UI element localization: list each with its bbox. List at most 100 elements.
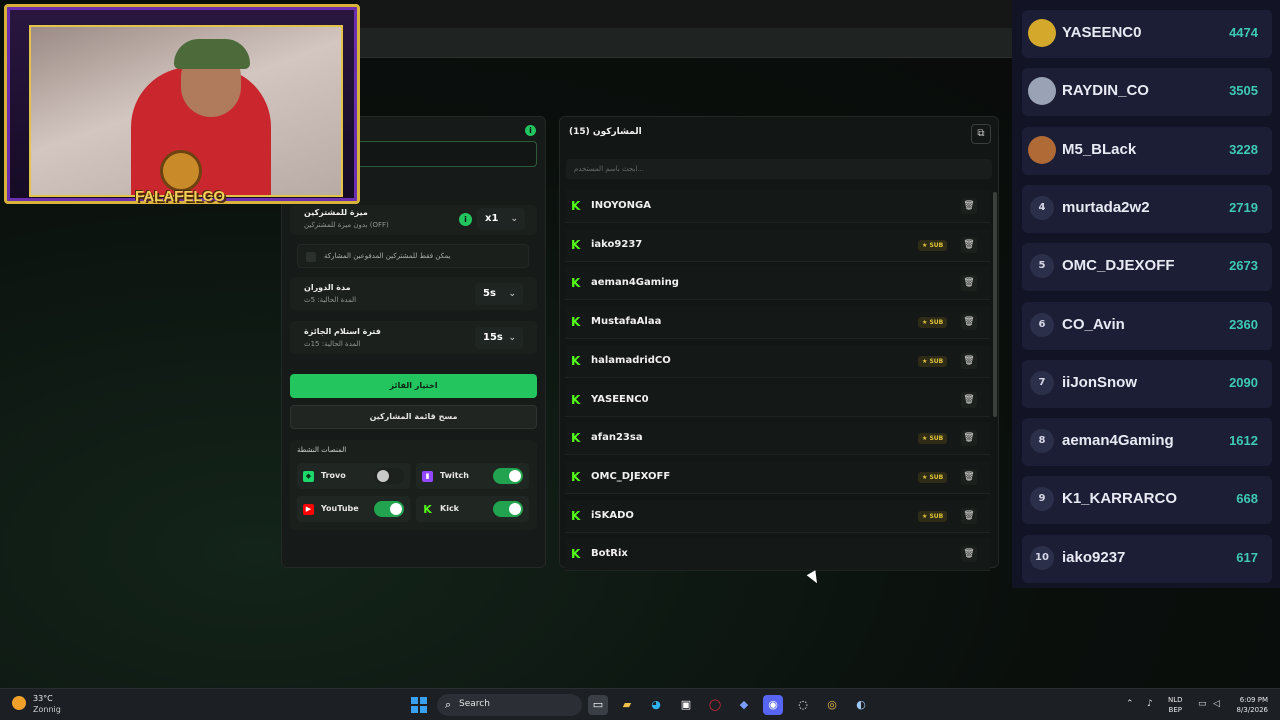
platform-kick: K Kick: [416, 496, 529, 522]
logo-text: FALAFELCO: [135, 188, 225, 205]
claim-dropdown[interactable]: 15s ⌄: [475, 327, 523, 349]
participants-scrollbar[interactable]: [993, 192, 997, 417]
spin-dropdown[interactable]: 5s ⌄: [475, 283, 523, 305]
falafelco-logo: FALAFELCO: [130, 150, 230, 220]
microphone-icon[interactable]: ♪: [1147, 699, 1153, 709]
leaderboard-row: RAYDIN_CO 3505: [1022, 68, 1272, 117]
taskbar-search[interactable]: ⌕ Search: [437, 694, 582, 716]
leaderboard-row: 7 iiJonSnow 2090: [1022, 359, 1272, 408]
sub-badge: ★ SUB: [918, 317, 948, 329]
twitch-toggle[interactable]: [493, 468, 523, 484]
trash-icon[interactable]: 🗑: [961, 546, 977, 563]
leaderboard-points: 2673: [1229, 258, 1258, 274]
subs-only-row[interactable]: يمكن فقط للمشتركين المدفوعين المشاركة: [297, 244, 529, 268]
medal-icon: [1028, 135, 1056, 164]
leaderboard-points: 617: [1236, 549, 1258, 565]
trash-icon[interactable]: 🗑: [961, 314, 977, 331]
platform-name: Trovo: [321, 471, 346, 480]
leaderboard-points: 4474: [1229, 25, 1258, 40]
steam-icon[interactable]: ◐: [851, 695, 871, 715]
leaderboard-row: YASEENC0 4474: [1022, 10, 1272, 58]
participant-search-input[interactable]: ابحث باسم المستخدم...: [566, 159, 992, 179]
bonus-sub: بدون ميزة للمشتركين (OFF): [304, 221, 389, 229]
claim-title: فترة استلام الجائزة: [304, 327, 381, 336]
kick-icon: K: [423, 503, 432, 516]
platform-trovo: ◆ Trovo: [297, 463, 410, 489]
sub-badge: ★ SUB: [918, 355, 948, 367]
subs-only-label: يمكن فقط للمشتركين المدفوعين المشاركة: [324, 252, 451, 260]
participant-row: K INOYONGA 🗑: [565, 190, 990, 223]
sun-icon[interactable]: [12, 696, 26, 710]
leaderboard-name: murtada2w2: [1062, 198, 1150, 216]
browser-toolbar: [360, 28, 1012, 58]
sub-badge: ★ SUB: [918, 433, 948, 445]
trash-icon[interactable]: 🗑: [961, 468, 977, 485]
bonus-dropdown[interactable]: x1 ⌄: [477, 208, 525, 230]
weather-temp[interactable]: 33°C: [33, 694, 53, 703]
chevron-down-icon: ⌄: [508, 289, 516, 299]
leaderboard-row: M5_BLack 3228: [1022, 126, 1272, 175]
trovo-icon: ◆: [303, 471, 314, 482]
trash-icon[interactable]: 🗑: [961, 507, 977, 524]
title-input[interactable]: [330, 141, 537, 167]
task-view-icon[interactable]: ▭: [588, 695, 608, 715]
kick-icon: K: [571, 392, 581, 407]
medal-icon: [1028, 77, 1056, 106]
bonus-info-icon[interactable]: i: [459, 213, 472, 226]
participant-row: Kiako9237 ★ SUB 🗑: [565, 228, 990, 262]
language-indicator[interactable]: NLD BEP: [1168, 695, 1183, 715]
participant-name: INOYONGA: [591, 200, 651, 211]
network-icon[interactable]: ▭: [1198, 699, 1207, 709]
rank-number: 10: [1030, 545, 1054, 570]
trash-icon[interactable]: 🗑: [961, 391, 977, 408]
discord-icon[interactable]: ◉: [763, 695, 783, 715]
app-icon[interactable]: ◌: [793, 695, 813, 715]
copy-icon[interactable]: ⧉: [971, 124, 991, 144]
sub-badge: ★ SUB: [918, 471, 948, 483]
windows-start-icon[interactable]: [411, 697, 427, 713]
leaderboard-points: 2719: [1229, 199, 1258, 215]
trash-icon[interactable]: 🗑: [961, 275, 977, 292]
kick-toggle[interactable]: [493, 501, 523, 517]
trash-icon[interactable]: 🗑: [961, 236, 977, 253]
volume-icon[interactable]: ◁: [1213, 699, 1220, 709]
trovo-toggle[interactable]: [374, 468, 404, 484]
spin-value: 5s: [483, 288, 496, 299]
search-label: Search: [459, 699, 490, 709]
leaderboard-name: K1_KARRARCO: [1062, 490, 1178, 508]
chevron-up-icon[interactable]: ⌃: [1126, 699, 1134, 709]
file-explorer-icon[interactable]: ▰: [617, 695, 637, 715]
leaderboard-name: OMC_DJEXOFF: [1062, 257, 1175, 275]
youtube-toggle[interactable]: [374, 501, 404, 517]
edge-icon[interactable]: ◕: [646, 695, 666, 715]
trash-icon[interactable]: 🗑: [961, 352, 977, 369]
chrome-icon[interactable]: ◎: [822, 695, 842, 715]
opera-icon[interactable]: ◯: [705, 695, 725, 715]
kick-icon: K: [571, 237, 581, 252]
trash-icon[interactable]: 🗑: [961, 430, 977, 447]
clock[interactable]: 6:09 PM 8/3/2026: [1228, 695, 1268, 715]
trash-icon[interactable]: 🗑: [961, 198, 977, 214]
chevron-down-icon: ⌄: [508, 333, 516, 343]
info-icon[interactable]: i: [525, 125, 536, 136]
pick-winner-button[interactable]: اختيار الفائز: [290, 374, 537, 398]
subs-only-checkbox[interactable]: [306, 252, 316, 262]
browser-tabbar: [360, 0, 1012, 28]
leaderboard-row: 5 OMC_DJEXOFF 2673: [1022, 243, 1272, 292]
leaderboard-name: iako9237: [1062, 548, 1126, 566]
leaderboard-row: 8 aeman4Gaming 1612: [1022, 418, 1272, 467]
participant-name: halamadridCO: [591, 354, 671, 366]
participant-row: K MustafaAlaa ★ SUB 🗑: [565, 306, 990, 340]
participant-name: aeman4Gaming: [591, 277, 679, 289]
participant-row: KiSKADO ★ SUB 🗑: [565, 499, 990, 533]
app-icon[interactable]: ◆: [734, 695, 754, 715]
sub-badge: ★ SUB: [918, 239, 948, 251]
store-icon[interactable]: ▣: [676, 695, 696, 715]
platform-name: Twitch: [440, 471, 469, 480]
leaderboard-points: 668: [1236, 491, 1258, 507]
participant-row: K YASEENC0 🗑: [565, 383, 990, 417]
kick-icon: K: [571, 431, 581, 446]
rank-number: 7: [1030, 370, 1054, 395]
clear-list-button[interactable]: مسح قائمة المشاركين: [290, 405, 537, 429]
weather-condition[interactable]: Zonnig: [33, 705, 61, 714]
